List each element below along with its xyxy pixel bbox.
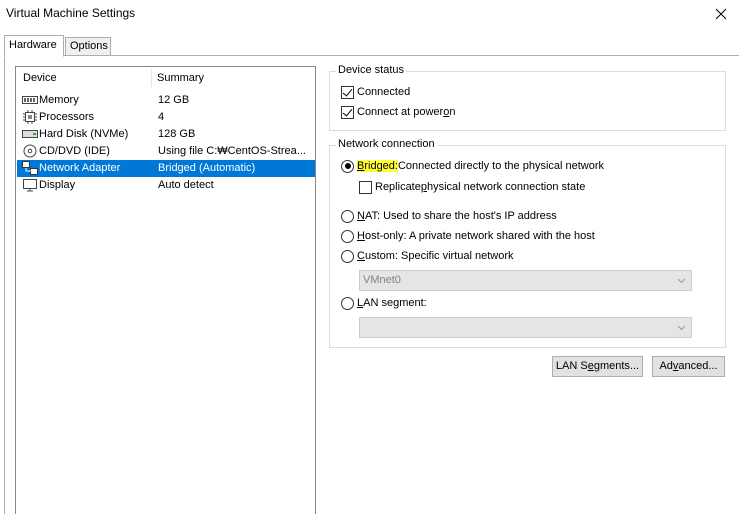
lan-segments-button[interactable]: LAN Segments... — [552, 356, 643, 377]
host-only-label-accel: H — [357, 230, 365, 242]
radio-circle[interactable] — [341, 296, 354, 310]
processor-icon — [23, 110, 37, 124]
nat-label: AT: Used to share the host's IP address — [364, 210, 557, 222]
replicate-label-pre: Replicate — [375, 181, 421, 193]
tab-options[interactable]: Options — [65, 37, 111, 56]
column-summary[interactable]: Summary — [157, 72, 204, 84]
device-summary: 12 GB — [158, 94, 190, 106]
radio-circle[interactable] — [341, 249, 354, 263]
lan-segment-label: AN segment: — [363, 297, 427, 309]
lan-segment-select[interactable] — [359, 317, 692, 338]
display-icon — [23, 179, 37, 192]
host-only-label: ost-only: A private network shared with … — [364, 230, 595, 242]
cd-dvd-icon — [23, 144, 37, 158]
power-on-label-post: n — [449, 106, 456, 118]
connect-at-power-on-checkbox[interactable]: Connect at power on — [341, 104, 455, 120]
hard-disk-icon — [22, 130, 38, 138]
lan-segments-label-pre: LAN S — [555, 360, 588, 372]
device-summary: Bridged (Automatic) — [158, 162, 256, 174]
advanced-label-pre: Ad — [659, 360, 673, 372]
chevron-down-icon — [677, 278, 686, 284]
custom-radio[interactable]: Custom: Specific virtual network — [341, 248, 514, 264]
device-list-header: Device Summary — [16, 67, 315, 89]
device-row-network-adapter[interactable]: Network Adapter Bridged (Automatic) — [17, 160, 315, 177]
device-status-title: Device status — [336, 64, 407, 76]
device-name: CD/DVD (IDE) — [39, 145, 110, 157]
host-only-radio[interactable]: Host-only: A private network shared with… — [341, 228, 595, 244]
nat-label-accel: N — [357, 210, 365, 222]
device-row-cd-dvd[interactable]: CD/DVD (IDE) Using file C:₩CentOS-Strea.… — [17, 143, 315, 160]
radio-circle[interactable] — [341, 159, 354, 173]
device-status-group: Device status Connected Connect at power… — [329, 64, 726, 131]
bridged-radio[interactable]: Bridged: Connected directly to the physi… — [341, 158, 604, 174]
device-name: Hard Disk (NVMe) — [39, 128, 129, 140]
device-name: Processors — [39, 111, 95, 123]
checkbox-box[interactable] — [341, 105, 354, 119]
bridged-label-rest: ridged: — [364, 160, 398, 172]
radio-circle[interactable] — [341, 229, 354, 243]
device-name: Display — [39, 179, 76, 191]
device-summary: 4 — [158, 111, 165, 123]
window-title: Virtual Machine Settings — [6, 6, 136, 20]
device-row-display[interactable]: Display Auto detect — [17, 177, 315, 194]
memory-icon — [22, 96, 38, 104]
device-list[interactable]: Device Summary Memory 12 GB Processors 4… — [15, 66, 316, 514]
device-row-memory[interactable]: Memory 12 GB — [17, 92, 315, 109]
column-device[interactable]: Device — [23, 72, 57, 84]
vmnet-select[interactable]: VMnet0 — [359, 270, 692, 291]
advanced-button[interactable]: Advanced... — [652, 356, 725, 377]
device-row-processors[interactable]: Processors 4 — [17, 109, 315, 126]
device-summary: Using file C:₩CentOS-Strea... — [158, 145, 306, 157]
replicate-label-post: hysical network connection state — [426, 181, 586, 193]
tab-options-label: Options — [70, 40, 108, 52]
chevron-down-icon — [677, 325, 686, 331]
lan-segment-radio[interactable]: L AN segment: — [341, 295, 427, 311]
radio-circle[interactable] — [341, 209, 354, 223]
power-on-label-pre: Connect at power — [357, 106, 444, 118]
advanced-label-post: anced... — [678, 360, 718, 372]
bridged-description: Connected directly to the physical netwo… — [397, 160, 605, 172]
device-name: Memory — [39, 94, 79, 106]
replicate-state-checkbox[interactable]: Replicate p hysical network connection st… — [359, 179, 585, 195]
nat-radio[interactable]: N AT: Used to share the host's IP address — [341, 208, 557, 224]
close-icon — [715, 8, 727, 20]
device-row-hard-disk[interactable]: Hard Disk (NVMe) 128 GB — [17, 126, 315, 143]
bridged-label: Bridged: — [357, 160, 398, 172]
checkbox-box[interactable] — [341, 85, 354, 99]
network-connection-title: Network connection — [336, 138, 437, 150]
lan-segments-label-post: gments... — [593, 360, 640, 372]
title-bar: Virtual Machine Settings — [0, 0, 739, 30]
column-separator[interactable] — [151, 69, 152, 87]
checkbox-box[interactable] — [359, 180, 372, 194]
device-summary: Auto detect — [158, 179, 214, 191]
network-connection-group: Network connection Bridged: Connected di… — [329, 138, 726, 348]
network-adapter-icon — [22, 161, 38, 175]
device-name: Network Adapter — [39, 162, 121, 174]
close-button[interactable] — [703, 0, 739, 28]
vmnet-select-value: VMnet0 — [363, 274, 401, 286]
connected-checkbox[interactable]: Connected — [341, 84, 410, 100]
connected-label: Connected — [357, 86, 411, 98]
tab-hardware[interactable]: Hardware — [4, 35, 64, 57]
custom-label: ustom: Specific virtual network — [364, 250, 514, 262]
tab-hardware-label: Hardware — [9, 39, 57, 51]
device-summary: 128 GB — [158, 128, 196, 140]
custom-label-accel: C — [357, 250, 365, 262]
